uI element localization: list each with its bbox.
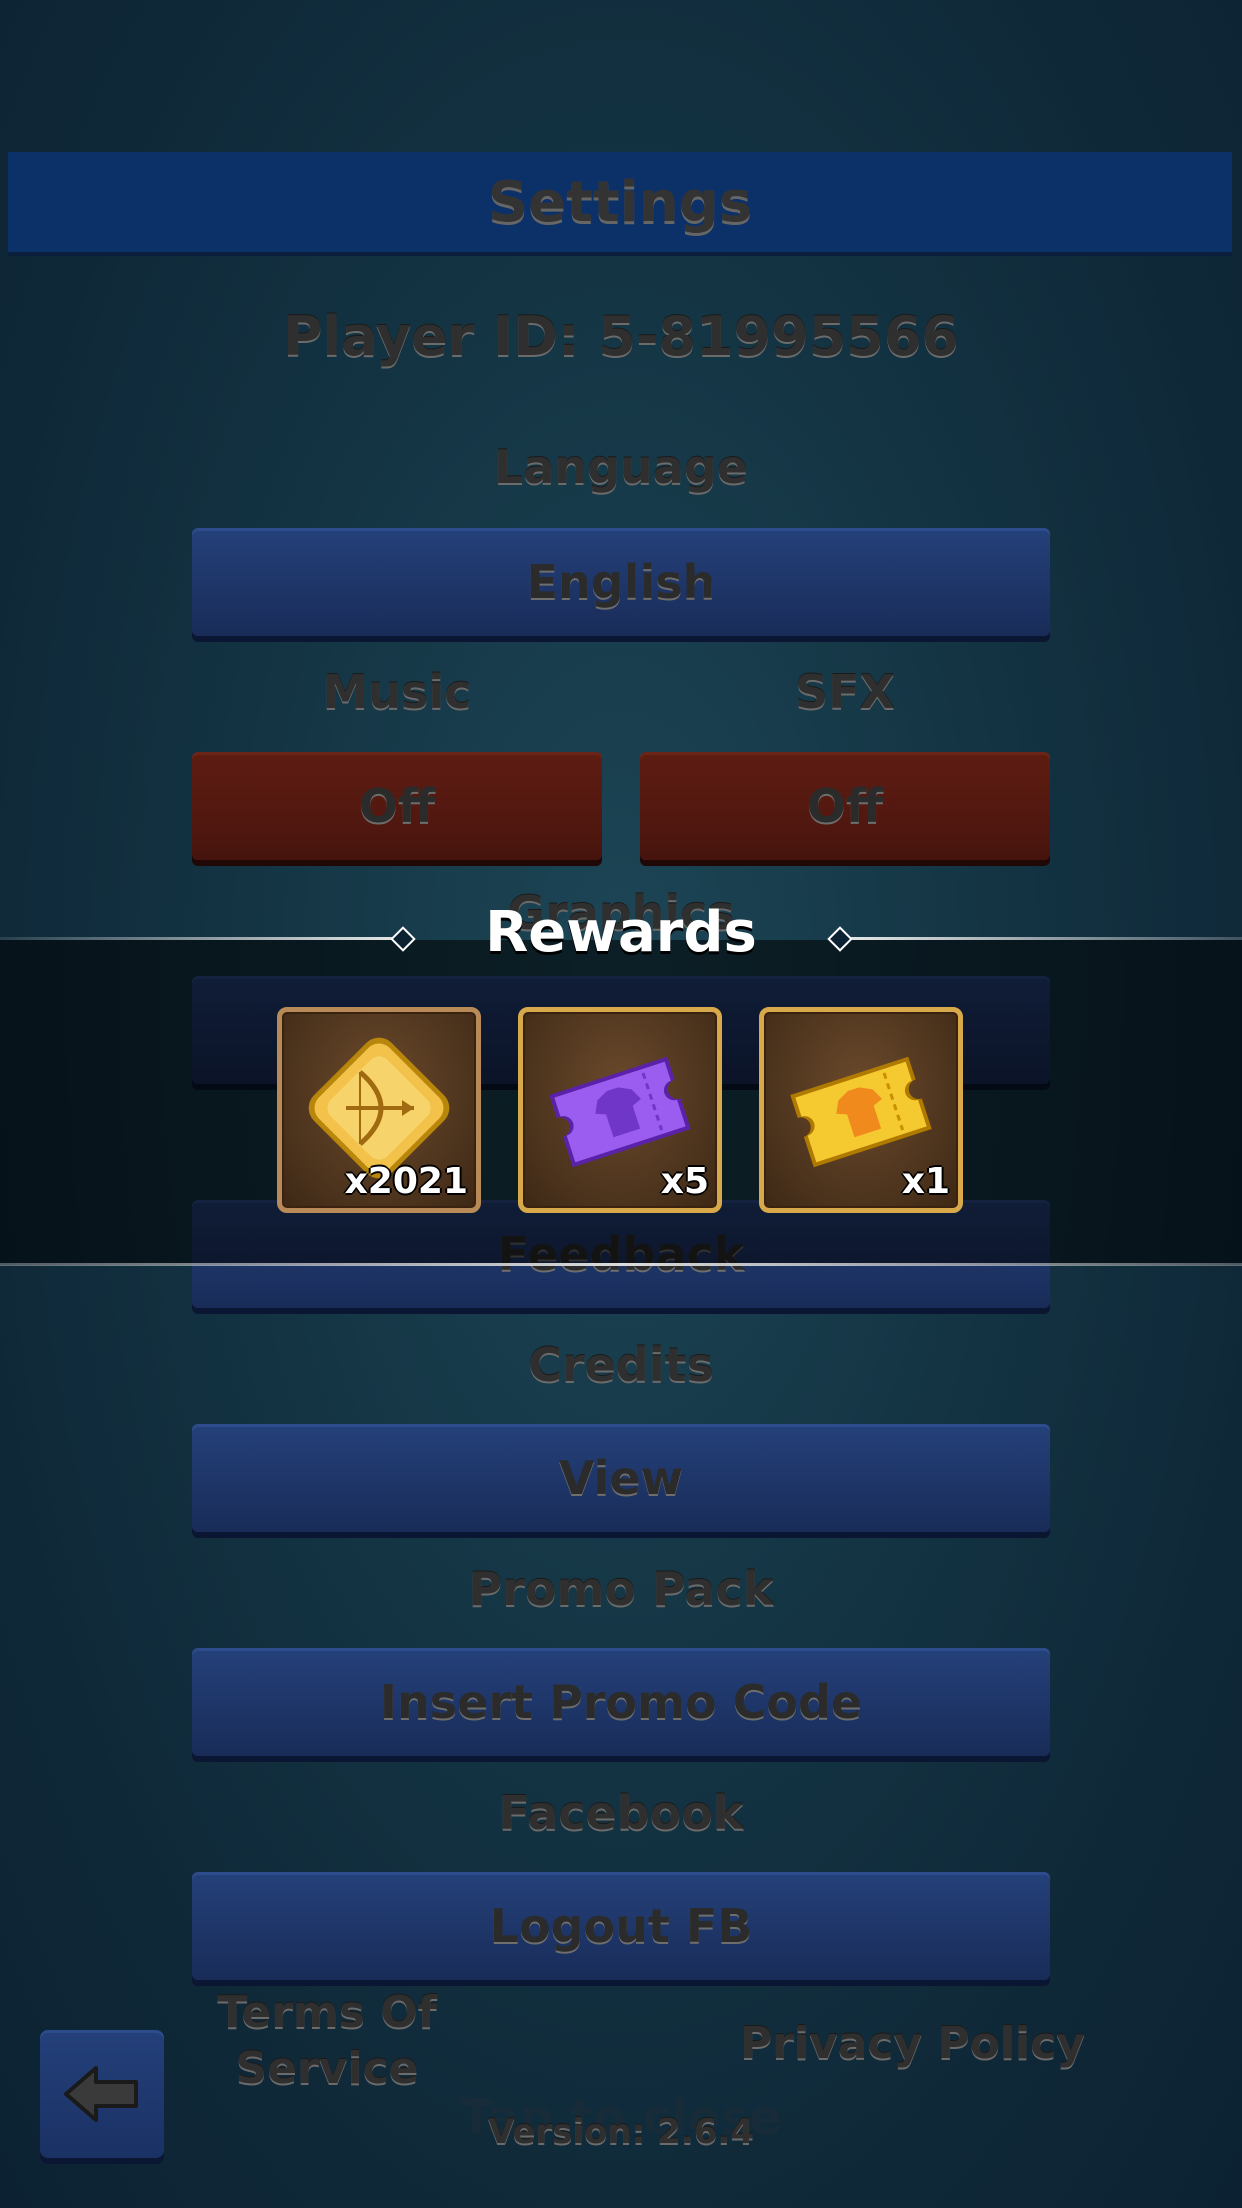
language-label: Language [494,440,748,494]
reward-quantity: x5 [660,1161,709,1202]
terms-link[interactable]: Terms Of Service [212,1985,442,2097]
promo-label: Promo Pack [468,1562,774,1616]
promo-code-button[interactable]: Insert Promo Code [192,1648,1050,1756]
reward-card: x1 [759,1007,963,1213]
music-toggle[interactable]: Off [192,752,602,860]
reward-card: x5 [518,1007,722,1213]
sfx-label: SFX [794,665,896,719]
facebook-label: Facebook [498,1786,744,1840]
sfx-toggle[interactable]: Off [640,752,1050,860]
terms-line-2: Service [235,2043,419,2094]
rewards-bottom-line [0,1263,1242,1266]
logout-fb-button[interactable]: Logout FB [192,1872,1050,1980]
credits-view-button[interactable]: View [192,1424,1050,1532]
settings-title-bar: Settings [8,152,1232,252]
page-title: Settings [487,169,753,235]
terms-line-1: Terms Of [217,1987,437,2038]
credits-label: Credits [528,1338,714,1392]
reward-quantity: x2021 [344,1161,468,1202]
version-text: Version: 2.6.4 [488,2112,754,2152]
privacy-policy-link[interactable]: Privacy Policy [740,2018,1085,2069]
player-id: Player ID: 5-81995566 [282,305,959,368]
reward-card: x2021 [277,1007,481,1213]
music-label: Music [322,665,472,719]
reward-quantity: x1 [901,1161,950,1202]
language-button[interactable]: English [192,528,1050,636]
rewards-title: Rewards [485,900,757,965]
